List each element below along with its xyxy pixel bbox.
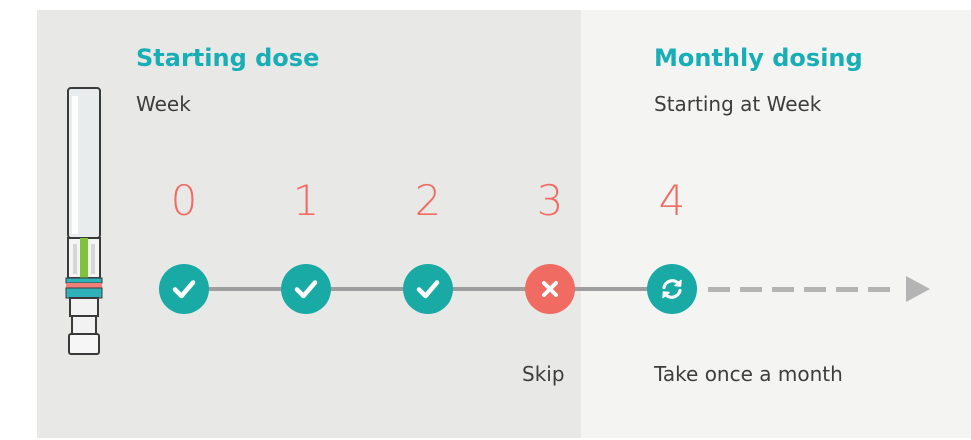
check-icon bbox=[172, 280, 196, 299]
week-2-taken-marker bbox=[403, 264, 453, 314]
week-1-taken-marker bbox=[281, 264, 331, 314]
monthly-dosing-subtitle: Starting at Week bbox=[654, 92, 822, 116]
timeline-dash bbox=[708, 287, 730, 292]
refresh-icon bbox=[662, 279, 682, 299]
timeline-dash bbox=[836, 287, 858, 292]
week-number-4: 4 bbox=[658, 176, 686, 225]
timeline-dash bbox=[868, 287, 890, 292]
monthly-caption: Take once a month bbox=[654, 362, 843, 386]
starting-dose-title: Starting dose bbox=[136, 44, 320, 72]
starting-dose-subtitle: Week bbox=[136, 92, 191, 116]
timeline-dash bbox=[804, 287, 826, 292]
check-icon bbox=[294, 280, 318, 299]
monthly-dosing-title: Monthly dosing bbox=[654, 44, 863, 72]
week-3-skip-marker bbox=[525, 264, 575, 314]
week-number-0: 0 bbox=[170, 176, 198, 225]
x-icon bbox=[542, 281, 558, 297]
check-icon bbox=[416, 280, 440, 299]
week-number-2: 2 bbox=[414, 176, 442, 225]
timeline-dash bbox=[740, 287, 762, 292]
skip-caption: Skip bbox=[522, 362, 565, 386]
week-4-monthly-marker bbox=[647, 264, 697, 314]
injection-pen-icon bbox=[65, 87, 103, 355]
week-number-3: 3 bbox=[536, 176, 564, 225]
week-0-taken-marker bbox=[159, 264, 209, 314]
timeline-dash bbox=[772, 287, 794, 292]
week-number-1: 1 bbox=[292, 176, 320, 225]
timeline-arrow-icon bbox=[906, 276, 930, 302]
